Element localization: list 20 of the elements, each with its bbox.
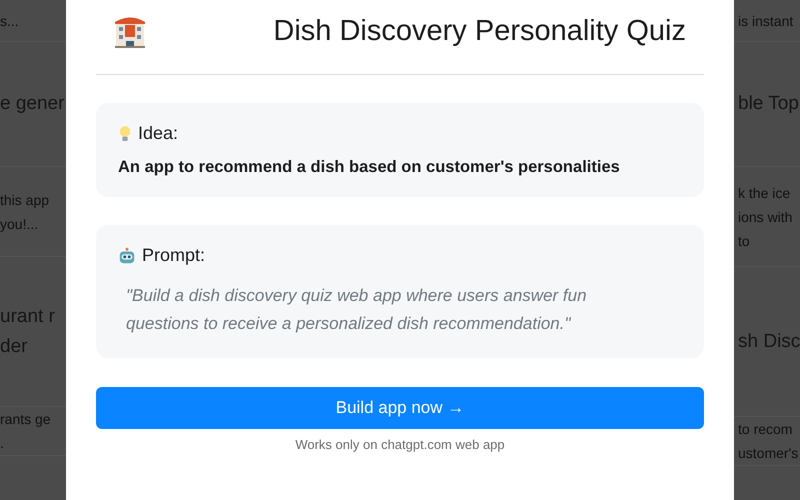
footnote: Works only on chatgpt.com web app xyxy=(294,437,506,452)
prompt-text: "Build a dish discovery quiz web app where users answer fun questions to receive a personalized dish recommendation." xyxy=(125,285,588,335)
build-app-button[interactable]: Build app now → xyxy=(96,387,704,429)
idea-text: An app to recommend a dish based on customer's personalities xyxy=(118,158,621,177)
card-description: this app xyxy=(0,190,50,210)
card-description: to xyxy=(737,232,751,250)
robot-icon xyxy=(118,246,136,264)
idea-label: Idea: xyxy=(138,123,178,144)
dialog-title: Dish Discovery Personality Quiz xyxy=(272,14,687,48)
prompt-label: Prompt: xyxy=(142,245,206,266)
card-description: ions with xyxy=(737,208,794,226)
card-description: s... xyxy=(0,12,20,30)
card-description: . xyxy=(0,434,5,453)
card-description: k the ice xyxy=(737,184,792,202)
card-description: ustomer's xyxy=(737,444,800,463)
card-description: you!... xyxy=(0,214,40,234)
card-description: rants ge xyxy=(0,410,52,429)
card-description: is instant xyxy=(737,12,794,30)
card-description: to recom xyxy=(737,420,794,439)
lightbulb-icon xyxy=(118,124,132,142)
